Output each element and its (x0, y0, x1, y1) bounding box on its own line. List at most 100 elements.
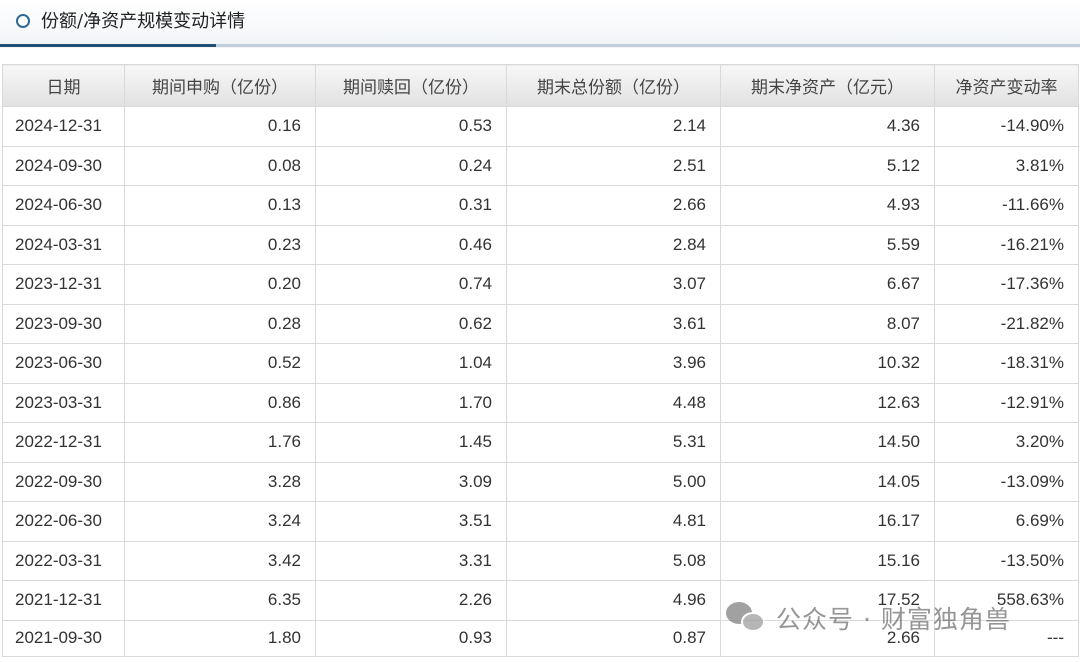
cell-date: 2022-06-30 (2, 501, 125, 542)
section-header: 份额/净资产规模变动详情 (0, 0, 1080, 48)
cell-date: 2022-09-30 (2, 461, 125, 502)
cell-redemption: 0.53 (315, 106, 507, 147)
cell-redemption: 2.26 (315, 580, 507, 621)
cell-date: 2024-03-31 (2, 224, 125, 265)
table-row: 2021-12-31 6.35 2.26 4.96 17.52 558.63% (2, 580, 1079, 621)
cell-subscription: 0.20 (124, 264, 316, 305)
cell-redemption: 3.31 (315, 540, 507, 581)
cell-total-shares: 4.81 (506, 501, 721, 542)
cell-subscription: 0.08 (124, 145, 316, 186)
cell-net-assets: 2.66 (720, 619, 935, 657)
cell-net-assets: 6.67 (720, 264, 935, 305)
share-change-table: 日期 期间申购（亿份） 期间赎回（亿份） 期末总份额（亿份） 期末净资产（亿元）… (2, 64, 1079, 657)
table-row: 2023-06-30 0.52 1.04 3.96 10.32 -18.31% (2, 343, 1079, 384)
cell-subscription: 3.28 (124, 461, 316, 502)
cell-net-assets: 14.05 (720, 461, 935, 502)
cell-total-shares: 3.07 (506, 264, 721, 305)
table-row: 2022-03-31 3.42 3.31 5.08 15.16 -13.50% (2, 540, 1079, 581)
cell-redemption: 0.93 (315, 619, 507, 657)
cell-net-asset-change: -16.21% (934, 224, 1079, 265)
cell-subscription: 1.76 (124, 422, 316, 463)
cell-subscription: 1.80 (124, 619, 316, 657)
cell-net-asset-change: -17.36% (934, 264, 1079, 305)
cell-date: 2023-12-31 (2, 264, 125, 305)
cell-subscription: 0.13 (124, 185, 316, 226)
table-row: 2021-09-30 1.80 0.93 0.87 2.66 --- (2, 619, 1079, 657)
cell-net-assets: 16.17 (720, 501, 935, 542)
cell-date: 2024-06-30 (2, 185, 125, 226)
cell-redemption: 1.04 (315, 343, 507, 384)
cell-subscription: 0.28 (124, 303, 316, 344)
table-row: 2023-03-31 0.86 1.70 4.48 12.63 -12.91% (2, 382, 1079, 423)
cell-net-asset-change: 3.81% (934, 145, 1079, 186)
cell-net-assets: 4.93 (720, 185, 935, 226)
table-row: 2022-06-30 3.24 3.51 4.81 16.17 6.69% (2, 501, 1079, 542)
column-header-total-shares[interactable]: 期末总份额（亿份） (506, 64, 721, 107)
cell-total-shares: 0.87 (506, 619, 721, 657)
cell-subscription: 0.86 (124, 382, 316, 423)
cell-subscription: 6.35 (124, 580, 316, 621)
cell-redemption: 1.45 (315, 422, 507, 463)
column-header-net-asset-change[interactable]: 净资产变动率 (934, 64, 1079, 107)
cell-total-shares: 4.48 (506, 382, 721, 423)
cell-net-assets: 4.36 (720, 106, 935, 147)
cell-date: 2023-03-31 (2, 382, 125, 423)
cell-total-shares: 2.84 (506, 224, 721, 265)
table-header-row: 日期 期间申购（亿份） 期间赎回（亿份） 期末总份额（亿份） 期末净资产（亿元）… (2, 64, 1079, 107)
cell-net-asset-change: 6.69% (934, 501, 1079, 542)
ring-bullet-icon (16, 14, 30, 28)
cell-date: 2021-09-30 (2, 619, 125, 657)
cell-total-shares: 3.61 (506, 303, 721, 344)
cell-total-shares: 4.96 (506, 580, 721, 621)
cell-net-assets: 10.32 (720, 343, 935, 384)
cell-redemption: 0.24 (315, 145, 507, 186)
cell-subscription: 3.42 (124, 540, 316, 581)
cell-net-asset-change: -11.66% (934, 185, 1079, 226)
cell-subscription: 0.52 (124, 343, 316, 384)
cell-net-assets: 5.12 (720, 145, 935, 186)
share-change-table-container: 日期 期间申购（亿份） 期间赎回（亿份） 期末总份额（亿份） 期末净资产（亿元）… (2, 64, 1079, 657)
column-header-date[interactable]: 日期 (2, 64, 125, 107)
cell-total-shares: 5.00 (506, 461, 721, 502)
section-title: 份额/净资产规模变动详情 (41, 11, 246, 32)
table-body: 2024-12-31 0.16 0.53 2.14 4.36 -14.90% 2024-09… (2, 106, 1079, 657)
header-underline-accent (0, 44, 216, 47)
table-row: 2023-12-31 0.20 0.74 3.07 6.67 -17.36% (2, 264, 1079, 305)
cell-net-asset-change: 3.20% (934, 422, 1079, 463)
cell-total-shares: 2.14 (506, 106, 721, 147)
table-row: 2024-09-30 0.08 0.24 2.51 5.12 3.81% (2, 145, 1079, 186)
cell-redemption: 3.09 (315, 461, 507, 502)
cell-total-shares: 2.66 (506, 185, 721, 226)
cell-net-asset-change: -14.90% (934, 106, 1079, 147)
table-row: 2022-09-30 3.28 3.09 5.00 14.05 -13.09% (2, 461, 1079, 502)
cell-redemption: 1.70 (315, 382, 507, 423)
column-header-redemption[interactable]: 期间赎回（亿份） (315, 64, 507, 107)
cell-subscription: 0.16 (124, 106, 316, 147)
table-row: 2024-12-31 0.16 0.53 2.14 4.36 -14.90% (2, 106, 1079, 147)
column-header-net-assets[interactable]: 期末净资产（亿元） (720, 64, 935, 107)
table-row: 2023-09-30 0.28 0.62 3.61 8.07 -21.82% (2, 303, 1079, 344)
cell-total-shares: 2.51 (506, 145, 721, 186)
table-row: 2024-03-31 0.23 0.46 2.84 5.59 -16.21% (2, 224, 1079, 265)
cell-net-asset-change: -12.91% (934, 382, 1079, 423)
cell-net-asset-change: -21.82% (934, 303, 1079, 344)
cell-net-assets: 5.59 (720, 224, 935, 265)
cell-date: 2024-09-30 (2, 145, 125, 186)
cell-redemption: 3.51 (315, 501, 507, 542)
cell-net-asset-change: 558.63% (934, 580, 1079, 621)
cell-date: 2022-03-31 (2, 540, 125, 581)
cell-net-asset-change: -18.31% (934, 343, 1079, 384)
table-row: 2024-06-30 0.13 0.31 2.66 4.93 -11.66% (2, 185, 1079, 226)
cell-redemption: 0.74 (315, 264, 507, 305)
cell-total-shares: 3.96 (506, 343, 721, 384)
cell-total-shares: 5.08 (506, 540, 721, 581)
cell-net-asset-change: --- (934, 619, 1079, 657)
table-row: 2022-12-31 1.76 1.45 5.31 14.50 3.20% (2, 422, 1079, 463)
cell-net-assets: 15.16 (720, 540, 935, 581)
cell-net-assets: 8.07 (720, 303, 935, 344)
cell-net-assets: 17.52 (720, 580, 935, 621)
cell-date: 2024-12-31 (2, 106, 125, 147)
cell-date: 2022-12-31 (2, 422, 125, 463)
column-header-subscription[interactable]: 期间申购（亿份） (124, 64, 316, 107)
cell-redemption: 0.46 (315, 224, 507, 265)
